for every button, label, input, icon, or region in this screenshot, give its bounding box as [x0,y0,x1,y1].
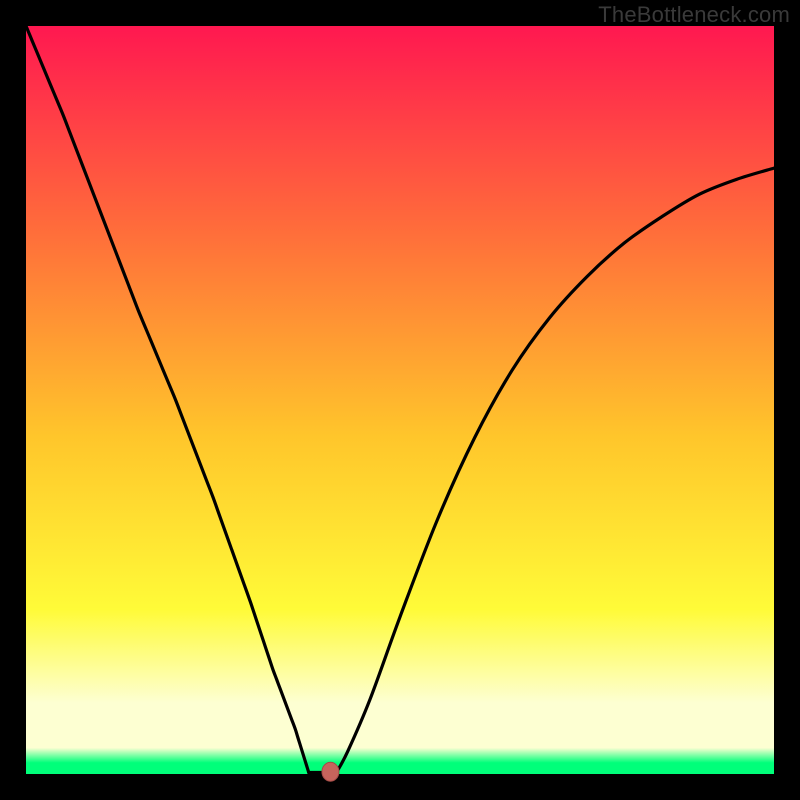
chart-container: TheBottleneck.com [0,0,800,800]
watermark-text: TheBottleneck.com [598,2,790,28]
plot-area [26,26,774,774]
min-marker [322,762,339,781]
bottleneck-chart [0,0,800,800]
